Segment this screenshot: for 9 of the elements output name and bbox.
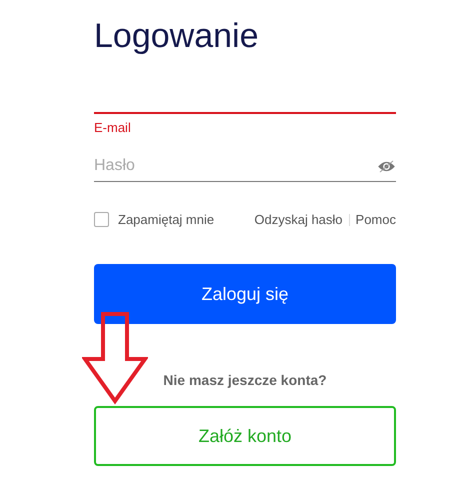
field-label: E-mail xyxy=(94,120,132,135)
page-title: Logowanie xyxy=(94,16,260,56)
checkbox-label[interactable]: Zapamiętaj mnie xyxy=(118,212,214,227)
help-link[interactable]: Pomoc xyxy=(356,212,396,227)
remember-checkbox[interactable] xyxy=(94,212,109,227)
login-button[interactable]: Zaloguj się xyxy=(94,264,396,324)
signup-prompt: Nie masz jeszcze konta? xyxy=(163,372,327,388)
help-link[interactable]: Odzyskaj hasło xyxy=(254,212,343,227)
eye-icon[interactable] xyxy=(377,160,396,172)
